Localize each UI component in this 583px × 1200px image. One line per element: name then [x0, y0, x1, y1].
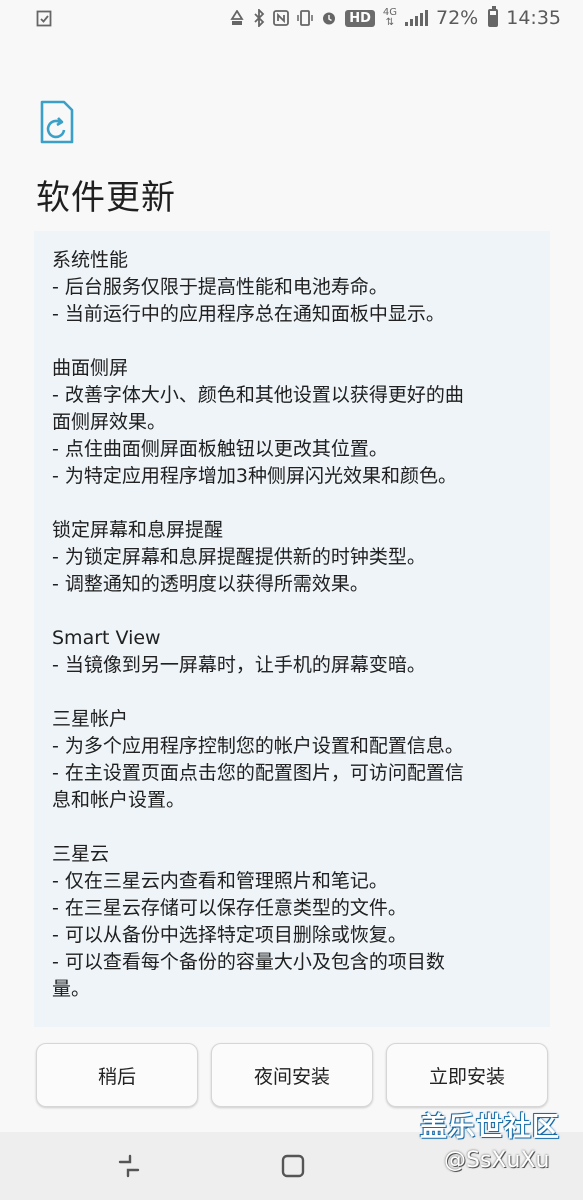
release-note-section: 三星帐户 - 为多个应用程序控制您的帐户设置和配置信息。 - 在主设置页面点击您的配…: [52, 706, 536, 814]
status-bar-left: [36, 9, 52, 27]
watermark-user: @SsXuXu: [444, 1148, 550, 1173]
later-button[interactable]: 稍后: [36, 1043, 198, 1107]
install-overnight-button[interactable]: 夜间安装: [211, 1043, 373, 1107]
section-line: - 为锁定屏幕和息屏提醒提供新的时钟类型。: [52, 546, 426, 568]
nfc-icon: [273, 10, 290, 26]
section-line: - 可以从备份中选择特定项目删除或恢复。: [52, 924, 407, 946]
section-line: - 为多个应用程序控制您的帐户设置和配置信息。: [52, 735, 464, 757]
release-notes-panel[interactable]: 系统性能 - 后台服务仅限于提高性能和电池寿命。 - 当前运行中的应用程序总在通知面…: [34, 231, 550, 1027]
section-line: - 调整通知的透明度以获得所需效果。: [52, 573, 369, 595]
signal-icon: [405, 10, 428, 26]
section-line: 息和帐户设置。: [52, 789, 186, 811]
status-bar-right: HD 4G ⇅ 72% 14:35: [229, 6, 561, 29]
release-note-section: 锁定屏幕和息屏提醒 - 为锁定屏幕和息屏提醒提供新的时钟类型。 - 调整通知的透明度…: [52, 517, 536, 598]
hd-badge: HD: [345, 9, 375, 27]
watermark-site: 盖乐世社区: [420, 1112, 560, 1143]
section-line: - 改善字体大小、颜色和其他设置以获得更好的曲: [52, 384, 464, 406]
alarm-icon: [323, 12, 336, 25]
status-bar: HD 4G ⇅ 72% 14:35: [0, 0, 583, 36]
release-note-section: 三星云 - 仅在三星云内查看和管理照片和笔记。 - 在三星云存储可以保存任意类型的文…: [52, 841, 536, 1003]
section-title: 锁定屏幕和息屏提醒: [52, 519, 224, 541]
section-line: - 仅在三星云内查看和管理照片和笔记。: [52, 870, 388, 892]
release-note-section: 系统性能 - 后台服务仅限于提高性能和电池寿命。 - 当前运行中的应用程序总在通知面…: [52, 247, 536, 328]
vibrate-icon: [297, 10, 313, 26]
section-line: - 可以查看每个备份的容量大小及包含的项目数: [52, 951, 445, 973]
section-title: 三星云: [52, 843, 110, 865]
section-line: - 为特定应用程序增加3种侧屏闪光效果和颜色。: [52, 465, 457, 487]
section-line: - 在主设置页面点击您的配置图片，可访问配置信: [52, 762, 464, 784]
action-buttons: 稍后 夜间安装 立即安装: [36, 1043, 548, 1107]
section-line: - 点住曲面侧屏面板触钮以更改其位置。: [52, 438, 388, 460]
software-update-icon: [40, 100, 74, 144]
clock: 14:35: [506, 7, 561, 29]
data-arrows-icon: ⇅: [385, 17, 395, 28]
battery-icon: [488, 6, 499, 27]
section-line: - 当镜像到另一屏幕时，让手机的屏幕变暗。: [52, 654, 426, 676]
clipboard-check-icon: [36, 10, 52, 27]
section-line: - 后台服务仅限于提高性能和电池寿命。: [52, 276, 388, 298]
section-line: 面侧屏效果。: [52, 411, 167, 433]
section-line: - 在三星云存储可以保存任意类型的文件。: [52, 897, 407, 919]
section-title: Smart View: [52, 627, 161, 649]
network-indicator: 4G ⇅: [383, 8, 397, 28]
section-title: 系统性能: [52, 249, 129, 271]
section-title: 曲面侧屏: [52, 357, 129, 379]
page-title: 软件更新: [36, 178, 176, 218]
install-now-button[interactable]: 立即安装: [386, 1043, 548, 1107]
section-line: - 当前运行中的应用程序总在通知面板中显示。: [52, 303, 445, 325]
recycle-icon: [230, 10, 244, 25]
section-title: 三星帐户: [52, 708, 129, 730]
battery-percent: 72%: [436, 7, 479, 29]
release-note-section: Smart View - 当镜像到另一屏幕时，让手机的屏幕变暗。: [52, 625, 536, 679]
section-line: 量。: [52, 978, 91, 1000]
bluetooth-icon: [254, 9, 265, 27]
home-icon[interactable]: [281, 1154, 305, 1178]
release-note-section: 曲面侧屏 - 改善字体大小、颜色和其他设置以获得更好的曲 面侧屏效果。 - 点住曲面侧…: [52, 355, 536, 490]
recent-apps-icon[interactable]: [116, 1154, 142, 1178]
